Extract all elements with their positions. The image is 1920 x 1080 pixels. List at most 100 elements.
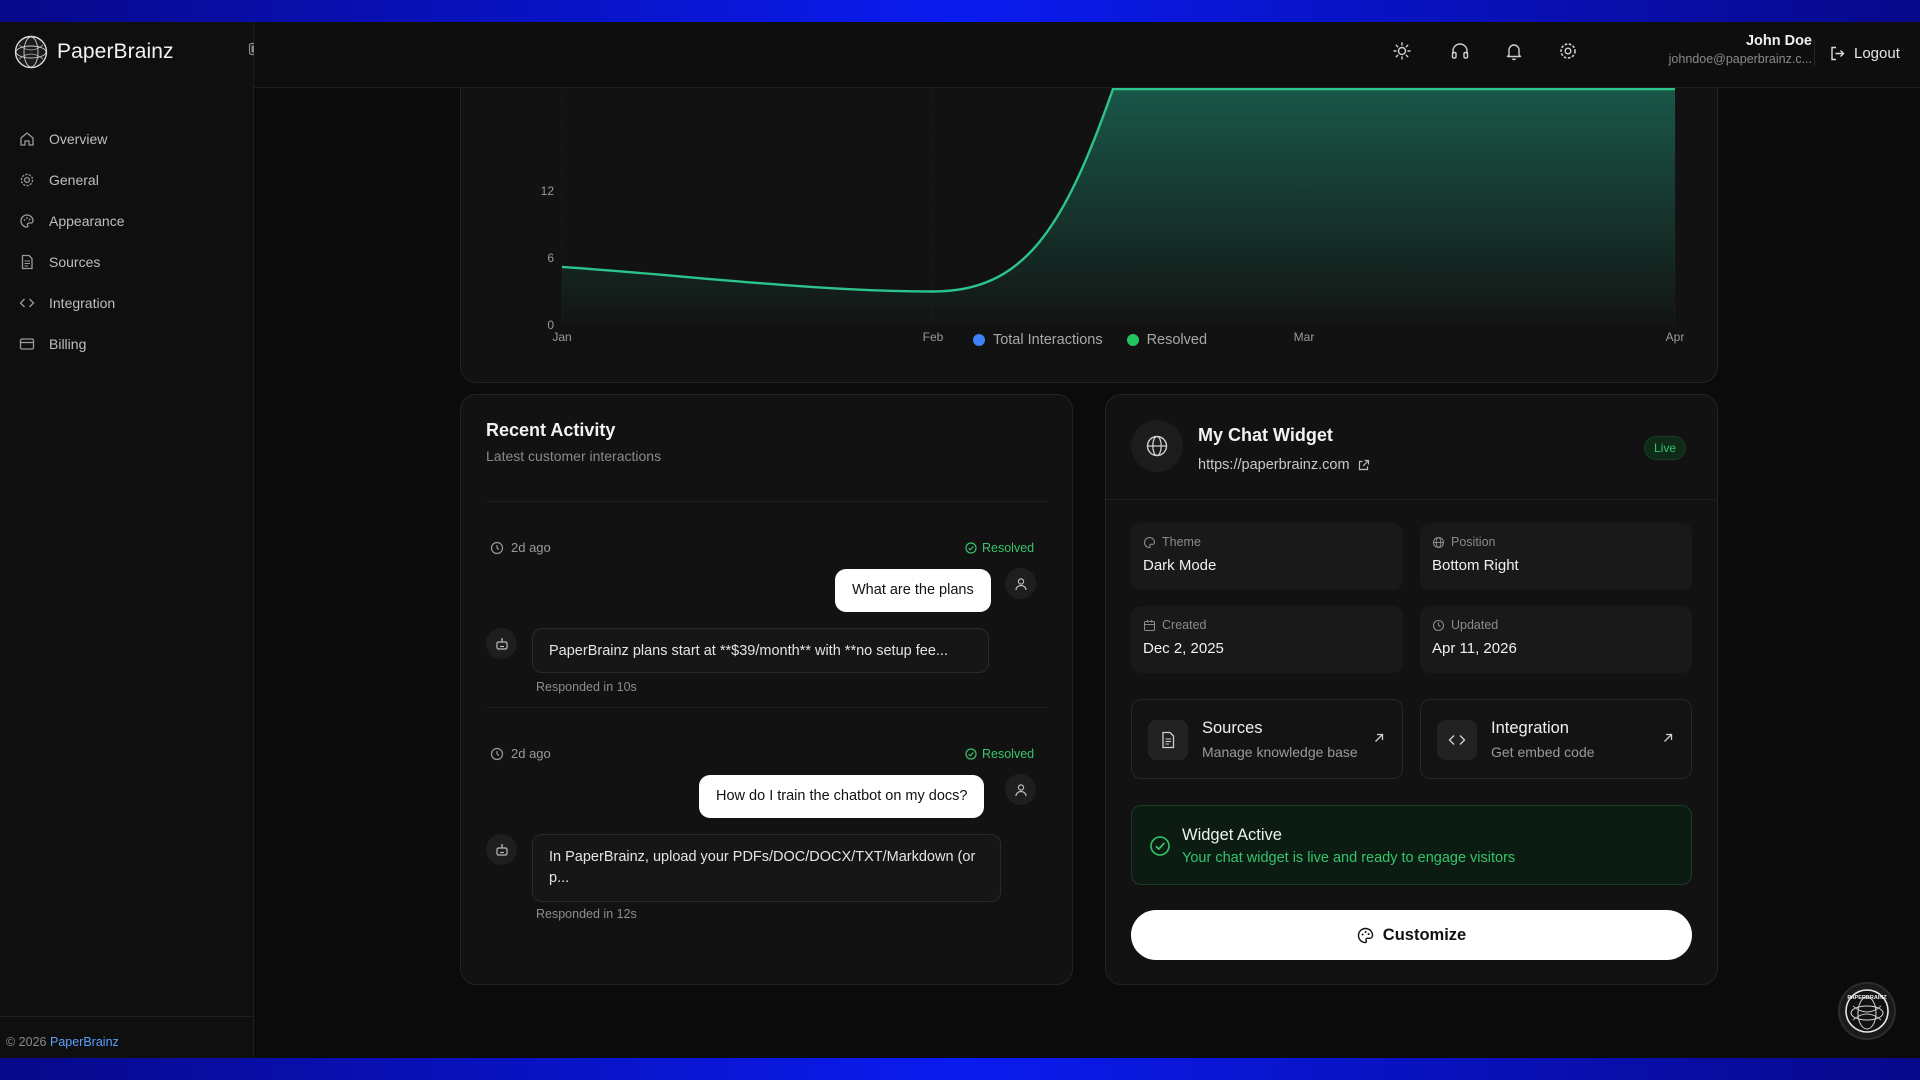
logout-button[interactable]: Logout xyxy=(1814,40,1900,66)
bot-message-line: p... xyxy=(549,870,570,886)
sidebar-item-label: Overview xyxy=(49,130,108,147)
activity-time: 2d ago xyxy=(490,746,551,761)
user-email: johndoe@paperbrainz.c... xyxy=(1668,52,1812,66)
gear-icon xyxy=(20,173,34,186)
globe-icon xyxy=(1146,435,1168,457)
info-label: Updated xyxy=(1451,618,1499,632)
info-label: Theme xyxy=(1162,535,1201,549)
top-header: John Doe johndoe@paperbrainz.c... Logout xyxy=(254,22,1920,88)
activity-title: Recent Activity xyxy=(486,420,616,440)
widget-active-subtitle: Your chat widget is live and ready to en… xyxy=(1182,850,1516,866)
chat-launcher-button[interactable]: PAPERBRAINZ xyxy=(1838,982,1896,1040)
sidebar-item-label: Sources xyxy=(49,253,101,270)
sidebar-item-label: Appearance xyxy=(49,212,125,229)
legend-item-total[interactable]: Total Interactions xyxy=(972,332,1103,348)
sun-icon xyxy=(1393,42,1411,60)
user-icon xyxy=(1014,577,1027,590)
sidebar-item-appearance[interactable]: Appearance xyxy=(0,200,254,241)
status-text: Resolved xyxy=(982,541,1035,555)
resolved-area xyxy=(562,89,1675,325)
position-info: Position Bottom Right xyxy=(1420,523,1692,590)
sidebar-item-overview[interactable]: Overview xyxy=(0,118,254,159)
footer-brand-link[interactable]: PaperBrainz xyxy=(50,1035,119,1049)
status-badge: Resolved xyxy=(965,747,1034,761)
home-icon xyxy=(20,131,34,146)
bot-avatar xyxy=(486,834,517,865)
customize-button[interactable]: Customize xyxy=(1131,910,1692,960)
recent-activity-card: Recent Activity Latest customer interact… xyxy=(460,394,1073,985)
y-tick-label: 0 xyxy=(547,318,554,332)
sources-title: Sources xyxy=(1202,719,1263,737)
theme-toggle-button[interactable] xyxy=(1390,39,1414,63)
sidebar: PaperBrainz Overview General Appearance … xyxy=(0,22,262,1058)
legend-dot-green xyxy=(1126,334,1139,346)
sidebar-footer: © 2026 PaperBrainz xyxy=(0,1016,254,1058)
code-icon xyxy=(19,298,35,307)
response-time: Responded in 12s xyxy=(536,907,637,921)
info-value: Dec 2, 2025 xyxy=(1143,640,1224,657)
user-message: What are the plans xyxy=(835,569,991,612)
clock-icon xyxy=(1432,619,1445,631)
credit-card-icon xyxy=(19,337,35,350)
palette-icon xyxy=(1357,927,1373,943)
sidebar-item-general[interactable]: General xyxy=(0,159,254,200)
sidebar-item-sources[interactable]: Sources xyxy=(0,241,254,282)
headphones-icon xyxy=(1451,43,1469,59)
palette-icon xyxy=(1144,536,1156,548)
sidebar-item-label: General xyxy=(49,171,99,188)
settings-button[interactable] xyxy=(1556,39,1580,63)
y-tick-label: 6 xyxy=(547,251,554,265)
logout-label: Logout xyxy=(1854,44,1900,62)
legend-dot-blue xyxy=(972,334,985,346)
notifications-button[interactable] xyxy=(1502,39,1526,63)
integration-link-card[interactable]: Integration Get embed code xyxy=(1420,699,1692,779)
globe-icon xyxy=(1432,536,1445,548)
widget-active-banner: Widget Active Your chat widget is live a… xyxy=(1131,805,1692,885)
response-time: Responded in 10s xyxy=(536,680,637,694)
widget-name: My Chat Widget xyxy=(1198,425,1333,445)
legend-item-resolved[interactable]: Resolved xyxy=(1126,332,1207,348)
widget-url-link[interactable]: https://paperbrainz.com xyxy=(1198,457,1370,473)
calendar-icon xyxy=(1143,619,1156,631)
activity-time-text: 2d ago xyxy=(511,540,551,555)
external-link-icon xyxy=(1358,459,1369,470)
legend-label: Total Interactions xyxy=(992,332,1103,348)
live-badge: Live xyxy=(1644,436,1687,460)
sources-link-card[interactable]: Sources Manage knowledge base xyxy=(1131,699,1403,779)
check-circle-icon xyxy=(1150,836,1170,856)
status-badge: Resolved xyxy=(965,541,1034,555)
interactions-chart-card: Jan Feb Mar Apr 0 6 12 Total Interactions Reso… xyxy=(460,88,1718,383)
status-text: Resolved xyxy=(982,747,1035,761)
info-label: Created xyxy=(1162,618,1207,632)
widget-icon xyxy=(1131,420,1183,472)
user-profile[interactable]: John Doe johndoe@paperbrainz.c... xyxy=(1612,33,1812,66)
paperbrainz-logo-icon: PAPERBRAINZ xyxy=(1845,989,1889,1033)
widget-url-text: https://paperbrainz.com xyxy=(1198,457,1350,473)
palette-icon xyxy=(20,213,34,228)
check-circle-icon xyxy=(965,542,977,554)
info-value: Bottom Right xyxy=(1432,557,1519,574)
integration-title: Integration xyxy=(1491,719,1569,737)
bottom-accent-bar xyxy=(0,1058,1920,1080)
divider xyxy=(486,707,1049,708)
user-message: How do I train the chatbot on my docs? xyxy=(699,775,985,818)
user-name: John Doe xyxy=(1745,33,1812,49)
updated-info: Updated Apr 11, 2026 xyxy=(1420,606,1692,673)
clock-icon xyxy=(490,541,504,554)
sources-subtitle: Manage knowledge base xyxy=(1202,744,1358,760)
chat-widget-card: My Chat Widget https://paperbrainz.com L… xyxy=(1105,394,1718,985)
integration-icon-box xyxy=(1437,720,1477,760)
divider xyxy=(486,501,1049,502)
created-info: Created Dec 2, 2025 xyxy=(1131,606,1403,673)
brand-name: PaperBrainz xyxy=(57,40,174,63)
sidebar-item-integration[interactable]: Integration xyxy=(0,282,254,323)
info-label: Position xyxy=(1451,535,1496,549)
activity-time-text: 2d ago xyxy=(511,746,551,761)
bot-message: PaperBrainz plans start at **$39/month**… xyxy=(532,628,989,673)
support-button[interactable] xyxy=(1448,39,1472,63)
gear-icon xyxy=(1560,43,1576,59)
sidebar-item-billing[interactable]: Billing xyxy=(0,323,254,364)
brand[interactable]: PaperBrainz xyxy=(14,35,174,69)
arrow-up-right-icon xyxy=(1375,733,1384,742)
main-content: Jan Feb Mar Apr 0 6 12 Total Interactions Reso… xyxy=(254,88,1920,1058)
